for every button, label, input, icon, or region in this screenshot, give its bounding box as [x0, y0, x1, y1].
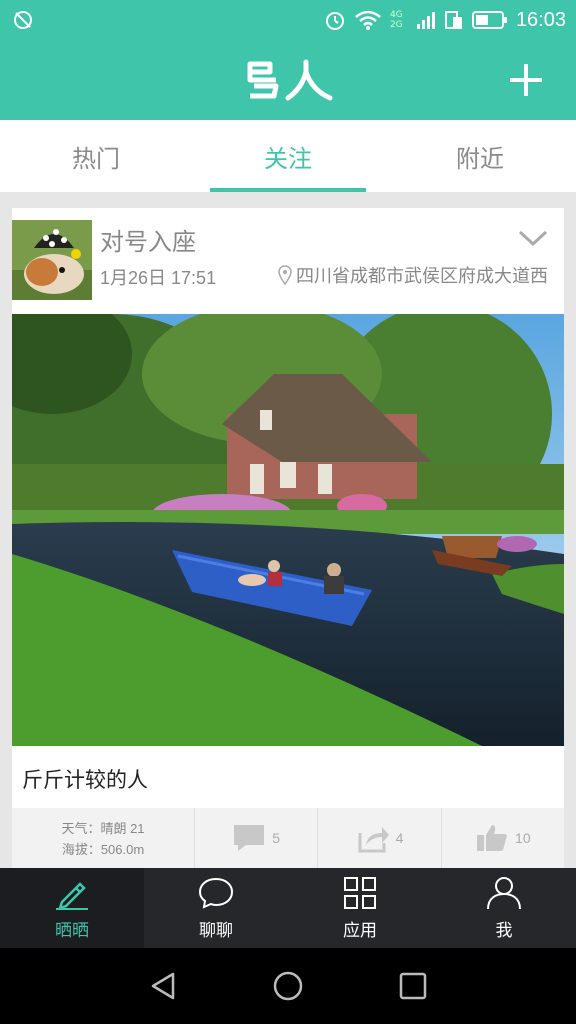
chat-bubble-icon: [198, 877, 234, 909]
post-location[interactable]: 四川省成都市武侯区府成大道西: [278, 262, 548, 288]
nav-label: 我: [495, 920, 513, 941]
like-count: 10: [515, 830, 531, 846]
share-count: 4: [395, 830, 404, 846]
chevron-down-icon[interactable]: [518, 228, 548, 248]
comment-icon: [234, 825, 265, 851]
recents-icon[interactable]: [397, 970, 429, 1002]
thumbs-up-icon: [477, 825, 507, 851]
post-caption: 斤斤计较的人: [22, 768, 148, 792]
author-name[interactable]: 对号入座: [100, 222, 196, 257]
like-button[interactable]: 10: [442, 808, 564, 868]
tab-nearby[interactable]: 附近: [384, 120, 576, 192]
clock: 16:03: [515, 8, 566, 31]
nav-label: 应用: [343, 920, 377, 941]
tab-following[interactable]: 关注: [192, 120, 384, 192]
nav-item-share[interactable]: 晒晒: [0, 868, 144, 948]
pencil-icon: [56, 881, 88, 910]
nav-item-apps[interactable]: 应用: [288, 868, 432, 948]
home-icon[interactable]: [272, 970, 304, 1002]
system-nav-bar: [0, 948, 576, 1024]
back-icon[interactable]: [147, 970, 179, 1002]
location-text: 四川省成都市武侯区府成大道西: [296, 266, 548, 287]
nav-item-me[interactable]: 我: [432, 868, 576, 948]
app-header: 鸟人: [0, 40, 576, 120]
nav-label: 晒晒: [55, 920, 89, 941]
alarm-icon: [325, 12, 344, 30]
post-card[interactable]: 对号入座 1月26日 17:51 四川省成都市武侯区府成大道西 斤斤计较的人 天…: [12, 208, 564, 868]
person-icon: [487, 876, 521, 909]
network-type: 4G 2G: [389, 10, 403, 30]
signal-icon: [416, 12, 435, 29]
post-photo[interactable]: [12, 314, 564, 746]
altitude-text: 海拔：506.0m: [61, 842, 145, 857]
post-date: 1月26日 17:51: [100, 268, 217, 288]
weather-text: 天气：晴朗 21: [61, 821, 145, 836]
comment-count: 5: [272, 830, 281, 846]
avatar[interactable]: [12, 220, 92, 300]
post-stats-bar: 天气：晴朗 21 海拔：506.0m 5 4 10: [12, 808, 564, 868]
wifi-icon: [355, 10, 381, 30]
bottom-nav: 晒晒 聊聊 应用 我: [0, 868, 576, 948]
app-logo: 鸟人: [247, 59, 333, 101]
share-button[interactable]: 4: [318, 808, 442, 868]
feed-tabs: 热门 关注 附近: [0, 120, 576, 192]
battery-icon: [471, 11, 507, 29]
nav-item-chat[interactable]: 聊聊: [144, 868, 288, 948]
gps-off-icon: [14, 11, 32, 29]
tab-hot[interactable]: 热门: [0, 120, 192, 192]
grid-icon: [344, 876, 376, 909]
weather-info: 天气：晴朗 21 海拔：506.0m: [12, 808, 195, 868]
comment-button[interactable]: 5: [195, 808, 319, 868]
location-pin-icon: [278, 265, 292, 285]
status-bar: 4G 2G 16:03: [0, 0, 576, 40]
nav-label: 聊聊: [199, 920, 233, 941]
plus-icon[interactable]: [508, 62, 544, 98]
share-icon: [358, 827, 389, 853]
sim-icon: [444, 11, 462, 29]
